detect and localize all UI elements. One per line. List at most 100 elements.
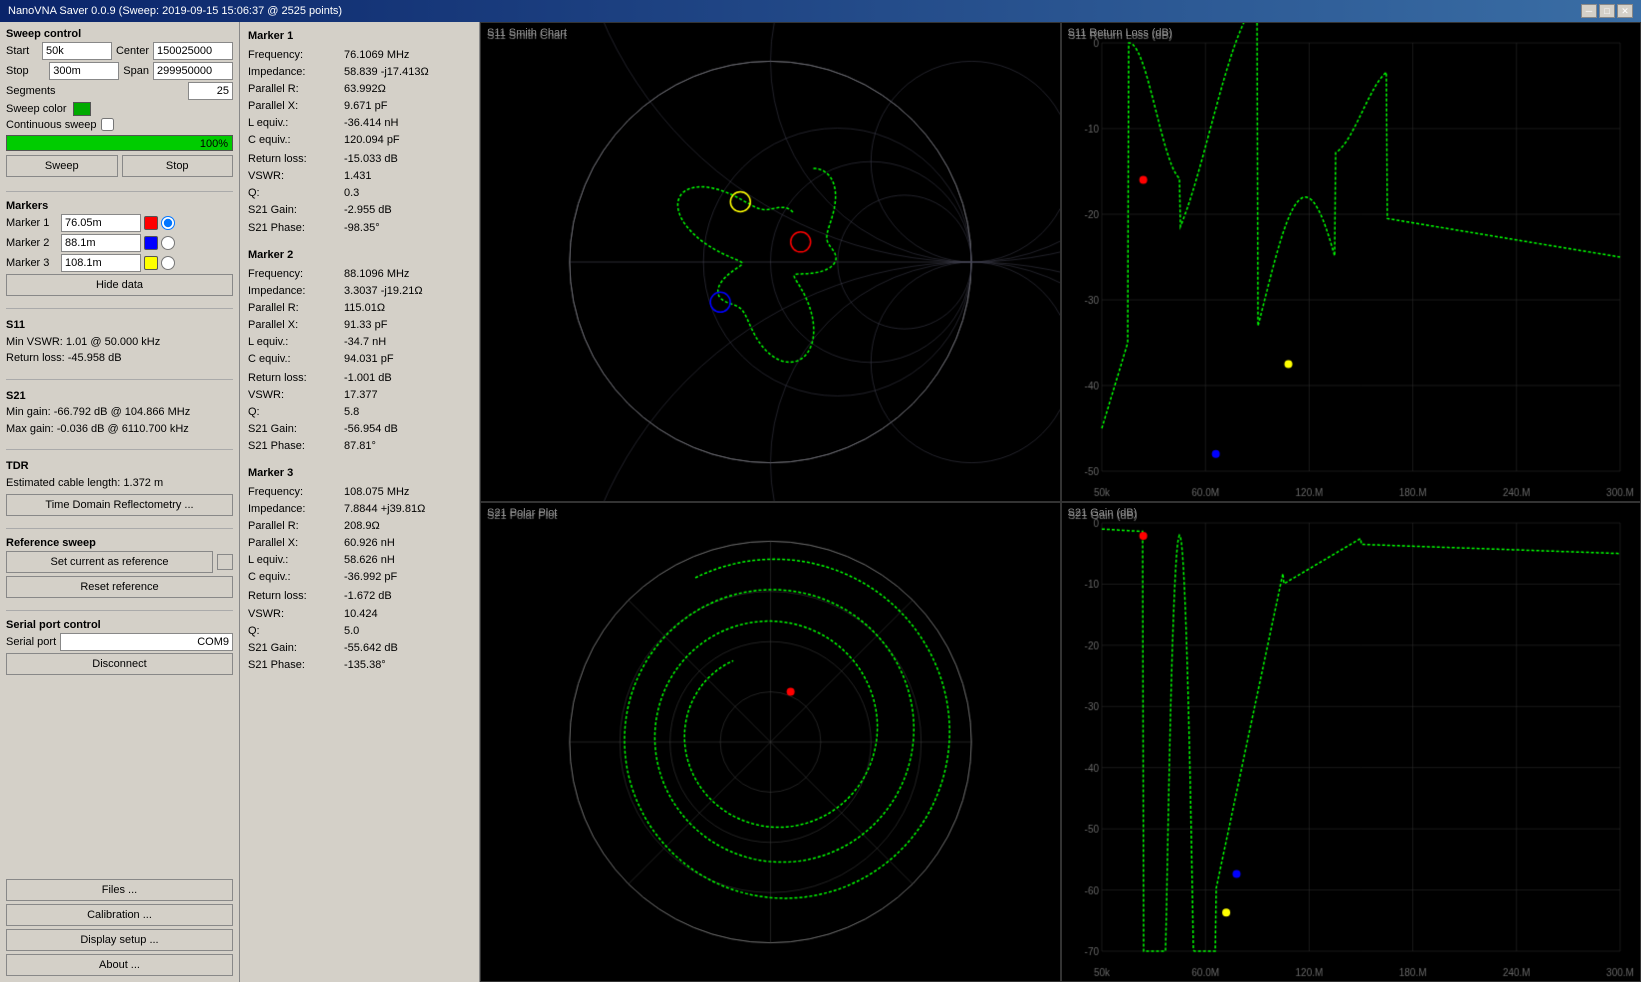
m2-freq-label: Frequency: xyxy=(248,266,338,283)
m1-impedance-val: 58.839 -j17.413Ω xyxy=(344,64,429,81)
smith-chart-container: S11 Smith Chart xyxy=(480,22,1061,502)
s21-stats: S21 Min gain: -66.792 dB @ 104.866 MHz M… xyxy=(6,388,233,438)
calibration-button[interactable]: Calibration ... xyxy=(6,904,233,926)
m3-rl-val: -1.672 dB xyxy=(344,588,392,605)
m3-vswr-val: 10.424 xyxy=(344,606,378,623)
hide-data-button[interactable]: Hide data xyxy=(6,274,233,296)
close-button[interactable]: ✕ xyxy=(1617,4,1633,18)
marker2-label: Marker 2 xyxy=(6,237,58,249)
set-current-reference-button[interactable]: Set current as reference xyxy=(6,551,213,573)
m2-lEquiv-label: L equiv.: xyxy=(248,334,338,351)
smith-chart-title: S11 Smith Chart xyxy=(487,27,567,39)
display-setup-button[interactable]: Display setup ... xyxy=(6,929,233,951)
marker2-radio[interactable] xyxy=(161,236,175,250)
s21-min-gain: Min gain: -66.792 dB @ 104.866 MHz xyxy=(6,404,233,421)
marker1-radio[interactable] xyxy=(161,216,175,230)
m1-q-val: 0.3 xyxy=(344,185,359,202)
sweep-control-section: Sweep control Start Center Stop Span Seg… xyxy=(6,28,233,183)
m2-s21gain-label: S21 Gain: xyxy=(248,421,338,438)
s21-gain-chart-container: S21 Gain (dB) xyxy=(1061,502,1641,982)
m1-pX-val: 9.671 pF xyxy=(344,98,387,115)
smith-chart-canvas xyxy=(481,23,1060,501)
minimize-button[interactable]: ─ xyxy=(1581,4,1597,18)
marker1-input[interactable] xyxy=(61,214,141,232)
s11-return-loss: Return loss: -45.958 dB xyxy=(6,350,233,367)
m1-s21phase-val: -98.35° xyxy=(344,220,380,237)
stop-input[interactable] xyxy=(49,62,119,80)
m2-pX-val: 91.33 pF xyxy=(344,317,387,334)
center-label: Center xyxy=(116,45,149,57)
m2-cEquiv-val: 94.031 pF xyxy=(344,351,394,368)
m2-pR-val: 115.01Ω xyxy=(344,300,385,317)
m3-cEquiv-val: -36.992 pF xyxy=(344,569,397,586)
m2-rl-label: Return loss: xyxy=(248,370,338,387)
tdr-section: TDR Estimated cable length: 1.372 m Time… xyxy=(6,458,233,516)
about-button[interactable]: About ... xyxy=(6,954,233,976)
marker3-data-title: Marker 3 xyxy=(248,465,471,482)
title-bar-controls: ─ □ ✕ xyxy=(1581,4,1633,18)
stop-button[interactable]: Stop xyxy=(122,155,234,177)
left-panel: Sweep control Start Center Stop Span Seg… xyxy=(0,22,240,982)
m2-q-val: 5.8 xyxy=(344,404,359,421)
m1-impedance-label: Impedance: xyxy=(248,64,338,81)
tdr-button[interactable]: Time Domain Reflectometry ... xyxy=(6,494,233,516)
markers-section: Markers Marker 1 Marker 2 Marker 3 Hide … xyxy=(6,200,233,300)
title-text: NanoVNA Saver 0.0.9 (Sweep: 2019-09-15 1… xyxy=(8,5,342,17)
m2-vswr-label: VSWR: xyxy=(248,387,338,404)
marker3-color[interactable] xyxy=(144,256,158,270)
m1-rl-label: Return loss: xyxy=(248,151,338,168)
m3-s21phase-val: -135.38° xyxy=(344,657,386,674)
m2-vswr-val: 17.377 xyxy=(344,387,378,404)
m1-s21phase-label: S21 Phase: xyxy=(248,220,338,237)
m1-pR-val: 63.992Ω xyxy=(344,81,386,98)
polar-chart-canvas xyxy=(481,503,1060,981)
tdr-estimated-cable: Estimated cable length: 1.372 m xyxy=(6,475,233,492)
stop-label: Stop xyxy=(6,65,45,77)
m3-cEquiv-label: C equiv.: xyxy=(248,569,338,586)
m3-rl-label: Return loss: xyxy=(248,588,338,605)
serial-port-label: Serial port xyxy=(6,636,56,648)
m2-lEquiv-val: -34.7 nH xyxy=(344,334,386,351)
maximize-button[interactable]: □ xyxy=(1599,4,1615,18)
marker2-color[interactable] xyxy=(144,236,158,250)
span-input[interactable] xyxy=(153,62,233,80)
marker1-label: Marker 1 xyxy=(6,217,58,229)
m3-freq-label: Frequency: xyxy=(248,484,338,501)
reference-color-box[interactable] xyxy=(217,554,233,570)
m3-q-val: 5.0 xyxy=(344,623,359,640)
s21-gain-chart-canvas xyxy=(1062,503,1641,981)
m2-q-label: Q: xyxy=(248,404,338,421)
m3-q-label: Q: xyxy=(248,623,338,640)
marker2-input[interactable] xyxy=(61,234,141,252)
progress-bar-inner xyxy=(7,136,232,150)
segments-label: Segments xyxy=(6,85,184,97)
m1-cEquiv-label: C equiv.: xyxy=(248,132,338,149)
continuous-sweep-checkbox[interactable] xyxy=(101,118,114,131)
marker1-color[interactable] xyxy=(144,216,158,230)
m3-pX-label: Parallel X: xyxy=(248,535,338,552)
s21-gain-chart-title: S21 Gain (dB) xyxy=(1068,507,1138,519)
s21-label: S21 xyxy=(6,388,233,405)
disconnect-button[interactable]: Disconnect xyxy=(6,653,233,675)
m1-vswr-label: VSWR: xyxy=(248,168,338,185)
marker3-input[interactable] xyxy=(61,254,141,272)
start-input[interactable] xyxy=(42,42,112,60)
marker3-radio[interactable] xyxy=(161,256,175,270)
segments-input[interactable] xyxy=(188,82,233,100)
center-input[interactable] xyxy=(153,42,233,60)
return-loss-chart-container: S11 Return Loss (dB) xyxy=(1061,22,1641,502)
m1-freq-val: 76.1069 MHz xyxy=(344,47,409,64)
serial-port-input[interactable] xyxy=(60,633,233,651)
m2-s21gain-val: -56.954 dB xyxy=(344,421,398,438)
m2-impedance-label: Impedance: xyxy=(248,283,338,300)
s11-stats: S11 Min VSWR: 1.01 @ 50.000 kHz Return l… xyxy=(6,317,233,367)
marker-data-panel: Marker 1 Frequency:76.1069 MHz Impedance… xyxy=(240,22,480,982)
sweep-color-box[interactable] xyxy=(73,102,91,116)
m1-pR-label: Parallel R: xyxy=(248,81,338,98)
sweep-button[interactable]: Sweep xyxy=(6,155,118,177)
files-button[interactable]: Files ... xyxy=(6,879,233,901)
reset-reference-button[interactable]: Reset reference xyxy=(6,576,233,598)
m1-rl-val: -15.033 dB xyxy=(344,151,398,168)
bottom-buttons: Files ... Calibration ... Display setup … xyxy=(6,879,233,976)
return-loss-chart-title: S11 Return Loss (dB) xyxy=(1068,27,1173,39)
